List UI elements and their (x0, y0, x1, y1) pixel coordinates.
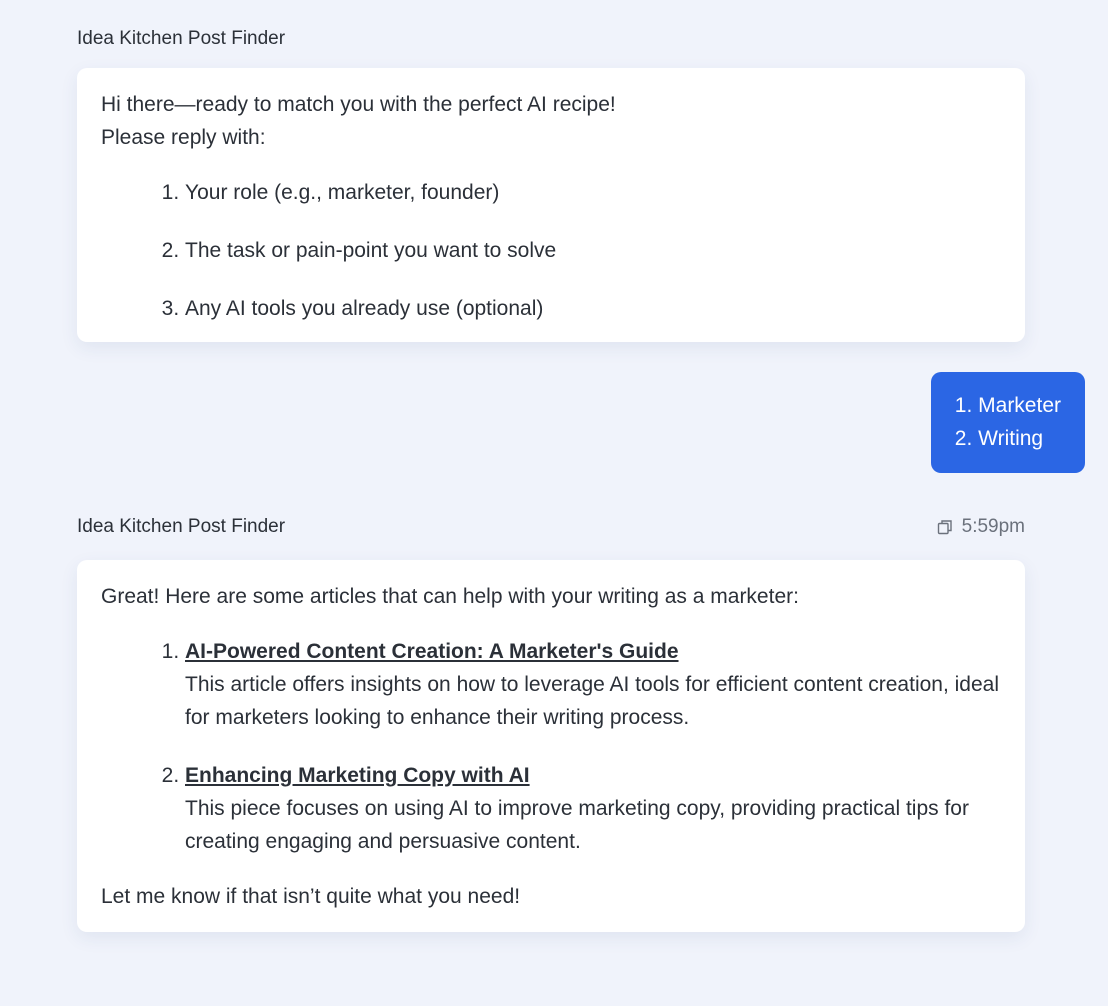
copy-icon[interactable] (937, 519, 953, 535)
list-item: The task or pain-point you want to solve (185, 234, 1001, 267)
article-link[interactable]: AI-Powered Content Creation: A Marketer'… (185, 640, 679, 663)
message-text: Hi there—ready to match you with the per… (101, 93, 616, 116)
message-header: Idea Kitchen Post Finder 5:59pm (77, 516, 1025, 538)
article-list: AI-Powered Content Creation: A Marketer'… (101, 635, 1001, 858)
request-list: Your role (e.g., marketer, founder) The … (101, 176, 1001, 325)
sender-name: Idea Kitchen Post Finder (77, 516, 286, 537)
user-message-line: 1. Marketer (954, 394, 1061, 417)
list-item: Your role (e.g., marketer, founder) (185, 176, 1001, 209)
user-message-line: 2. Writing (954, 427, 1044, 450)
list-item: Enhancing Marketing Copy with AI This pi… (185, 759, 1001, 858)
sender-name: Idea Kitchen Post Finder (77, 28, 286, 49)
message-text: Please reply with: (101, 126, 266, 149)
chat-window: Idea Kitchen Post Finder Hi there—ready … (0, 0, 1108, 1006)
article-description: This piece focuses on using AI to improv… (185, 797, 969, 853)
message-meta: 5:59pm (937, 516, 1025, 538)
assistant-message: Great! Here are some articles that can h… (77, 560, 1025, 932)
message-header: Idea Kitchen Post Finder (77, 28, 1025, 50)
list-item: Any AI tools you already use (optional) (185, 292, 1001, 325)
article-description: This article offers insights on how to l… (185, 673, 1000, 729)
user-message: 1. Marketer 2. Writing (930, 372, 1085, 473)
assistant-message: Hi there—ready to match you with the per… (77, 68, 1025, 342)
message-text: Let me know if that isn’t quite what you… (101, 885, 521, 908)
message-text: Great! Here are some articles that can h… (101, 585, 799, 608)
list-item: AI-Powered Content Creation: A Marketer'… (185, 635, 1001, 734)
article-link[interactable]: Enhancing Marketing Copy with AI (185, 764, 530, 787)
timestamp: 5:59pm (961, 516, 1025, 537)
